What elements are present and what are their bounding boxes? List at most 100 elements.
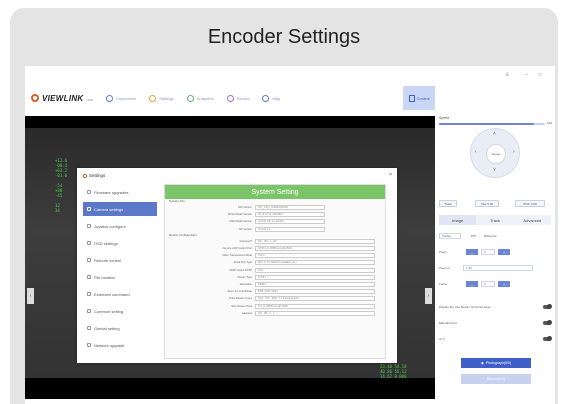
white-hot-select[interactable]: White hot bbox=[484, 234, 497, 238]
home-button[interactable]: Home bbox=[486, 144, 506, 164]
folder-icon bbox=[87, 275, 91, 279]
app-window: VIEWLINK Y.100 Connection Settings Snaps… bbox=[25, 66, 555, 404]
pitch-button[interactable]: Pitch 0.00 bbox=[515, 200, 545, 207]
settings-row-value[interactable]: 192 . 168 . 2 . 119 bbox=[255, 238, 375, 244]
connection-icon bbox=[105, 94, 113, 102]
settings-dialog: Settings × Firmware upgrades Camera sett… bbox=[77, 168, 397, 363]
settings-row-label: Video Transmission Mode bbox=[222, 254, 252, 258]
video-view[interactable]: +12.6 -08.4 +03.2 -01.0 -54 +88 -45 12 34 23.40 … bbox=[25, 116, 435, 399]
up-arrow-icon[interactable]: ˄ bbox=[493, 131, 496, 137]
settings-row: Soft Version CPT_V36.5_20220818(RIS8) bbox=[165, 204, 385, 211]
left-collapse-icon[interactable]: ‹ bbox=[27, 288, 34, 304]
firmware-icon bbox=[87, 190, 91, 194]
right-arrow-icon[interactable]: › bbox=[513, 149, 515, 155]
record-button[interactable]: Record(0/0) bbox=[461, 374, 531, 384]
config-rows: Camera IP 192 . 168 . 2 . 119 Camera UDP C… bbox=[165, 238, 385, 317]
speed-slider-fill bbox=[439, 123, 535, 125]
settings-row-value[interactable]: 70 ▾ (1~65535 as Light 2500) bbox=[255, 303, 375, 309]
menu-extended-command[interactable]: Extended command bbox=[83, 287, 157, 301]
settings-row-value[interactable]: TCP ▾ bbox=[255, 253, 375, 259]
settings-row-label: Video Stream Types bbox=[228, 297, 252, 301]
tab-advanced[interactable]: Advanced bbox=[514, 215, 551, 225]
nav-control[interactable]: Control bbox=[403, 86, 435, 110]
toggle-ai[interactable] bbox=[543, 336, 552, 341]
settings-row-value[interactable]: 4096 ( 1000~9000 ) bbox=[255, 289, 375, 295]
menu-network-upgrade[interactable]: Network upgrade bbox=[83, 338, 157, 352]
nav-snapshot[interactable]: Snapshot bbox=[186, 94, 214, 102]
gimbal-dpad[interactable]: ˄ ˅ ‹ › Home bbox=[470, 128, 520, 178]
toggle-manual-focus[interactable] bbox=[543, 320, 552, 325]
minimize-icon[interactable]: – bbox=[525, 72, 528, 78]
settings-menu: Firmware upgrades Camera settings Joysti… bbox=[83, 182, 157, 352]
top-nav: VIEWLINK Y.100 Connection Settings Snaps… bbox=[25, 84, 435, 112]
settings-row-value[interactable]: H.265 ▾ bbox=[255, 274, 375, 280]
left-arrow-icon[interactable]: ‹ bbox=[475, 149, 477, 155]
settings-row-value[interactable]: 192 . 168 . 2 . 1 bbox=[255, 310, 375, 316]
settings-row-value[interactable]: V2.3.05_SIF_F4_202206 bbox=[255, 219, 325, 225]
tab-image[interactable]: Image bbox=[439, 215, 477, 225]
menu-common-setting[interactable]: Common setting bbox=[83, 304, 157, 318]
settings-row-value[interactable]: V2.1.2A.1.2 bbox=[255, 226, 325, 232]
settings-row-value[interactable]: V8.12.G4.V6_20220816 bbox=[255, 212, 325, 218]
osd-left: +12.6 -08.4 +03.2 -01.0 -54 +88 -45 12 34 bbox=[55, 158, 68, 213]
camera-icon: ◉ bbox=[480, 361, 484, 365]
speed-slider[interactable] bbox=[439, 123, 545, 125]
settings-row: Stop Link Link Bitrate 4096 ( 1000~9000 ) bbox=[165, 288, 385, 295]
yaw-button[interactable]: Yaw 0.00 bbox=[475, 200, 499, 207]
settings-row-value[interactable]: 37260 ▾ (1~65535 as Light 2500) bbox=[255, 246, 375, 252]
focus-plus-button[interactable]: + bbox=[498, 281, 510, 287]
settings-row: HDMI Output RTSP ON ▾ bbox=[165, 267, 385, 274]
tab-track[interactable]: Track bbox=[476, 215, 513, 225]
visible-select[interactable]: Visible bbox=[439, 233, 461, 239]
menu-remote-control[interactable]: Remote control bbox=[83, 253, 157, 267]
right-collapse-icon[interactable]: › bbox=[425, 288, 432, 304]
logo-icon bbox=[31, 94, 39, 102]
settings-logo-icon bbox=[83, 173, 87, 178]
menu-camera-settings[interactable]: Camera settings bbox=[83, 202, 157, 216]
close-icon[interactable]: × bbox=[389, 172, 392, 178]
menu-firmware-upgrades[interactable]: Firmware upgrades bbox=[83, 185, 157, 199]
remote-icon bbox=[87, 258, 91, 262]
settings-row-label: Resolution bbox=[239, 282, 252, 286]
info-rows: Soft Version CPT_V36.5_20220818(RIS8) FPGA… bbox=[165, 204, 385, 233]
settings-row: Video Transmission Mode TCP ▾ bbox=[165, 252, 385, 259]
nav-map[interactable]: Map bbox=[262, 94, 280, 102]
focus-minus-button[interactable]: – bbox=[466, 281, 478, 287]
settings-row-value[interactable]: CPT_V36.5_20220818(RIS8) bbox=[255, 205, 325, 211]
logo-sub: Y.100 bbox=[85, 97, 93, 102]
control-icon bbox=[408, 94, 415, 102]
logo: VIEWLINK Y.100 bbox=[31, 94, 93, 103]
nav-settings[interactable]: Settings bbox=[149, 94, 174, 102]
settings-row-value[interactable]: RPI1 ▾ ( ZY Model Not Available, etc.) bbox=[255, 260, 375, 266]
visible-row: Visible PIP White hot bbox=[439, 232, 551, 240]
zoom-minus-button[interactable]: – bbox=[466, 249, 478, 255]
zoom-plus-button[interactable]: + bbox=[498, 249, 510, 255]
network-icon bbox=[87, 343, 91, 347]
record-icon bbox=[226, 94, 234, 102]
toggle-yaw-grid[interactable] bbox=[543, 304, 552, 309]
menu-file-location[interactable]: File location bbox=[83, 270, 157, 284]
settings-row-value[interactable]: Pass · TCP · RIPS · T.T Pass Encryption bbox=[255, 296, 375, 302]
dialog-title: Settings bbox=[83, 173, 105, 178]
settings-row-label: Camera IP bbox=[239, 239, 252, 243]
menu-osd-settings[interactable]: OSD settings bbox=[83, 236, 157, 250]
nav-connection[interactable]: Connection bbox=[105, 94, 136, 102]
zoom-to-input[interactable]: 1.00 bbox=[463, 265, 533, 271]
menu-joystick-configure[interactable]: Joystick configure bbox=[83, 219, 157, 233]
down-arrow-icon[interactable]: ˅ bbox=[493, 167, 496, 173]
zoom-value: 0 bbox=[481, 249, 495, 255]
system-setting-panel: System Setting System info Soft Version C… bbox=[164, 184, 386, 359]
user-icon[interactable]: ♙ bbox=[505, 72, 509, 78]
track-button[interactable]: Track bbox=[439, 200, 457, 207]
maximize-icon[interactable]: □ bbox=[539, 72, 542, 78]
gear-icon bbox=[149, 94, 157, 102]
settings-row-value[interactable]: 1080P ▾ bbox=[255, 281, 375, 287]
pip-checkbox[interactable]: PIP bbox=[471, 234, 476, 238]
nav-record[interactable]: Record bbox=[226, 94, 249, 102]
menu-gimbal-setting[interactable]: Gimbal setting bbox=[83, 321, 157, 335]
settings-row: Resolution 1080P ▾ bbox=[165, 281, 385, 288]
zoom-to-label: Zoom to bbox=[439, 266, 451, 270]
focus-value: 0 bbox=[481, 281, 495, 287]
settings-row-value[interactable]: ON ▾ bbox=[255, 267, 375, 273]
photograph-button[interactable]: ◉ Photograph(0/0) bbox=[461, 358, 531, 368]
